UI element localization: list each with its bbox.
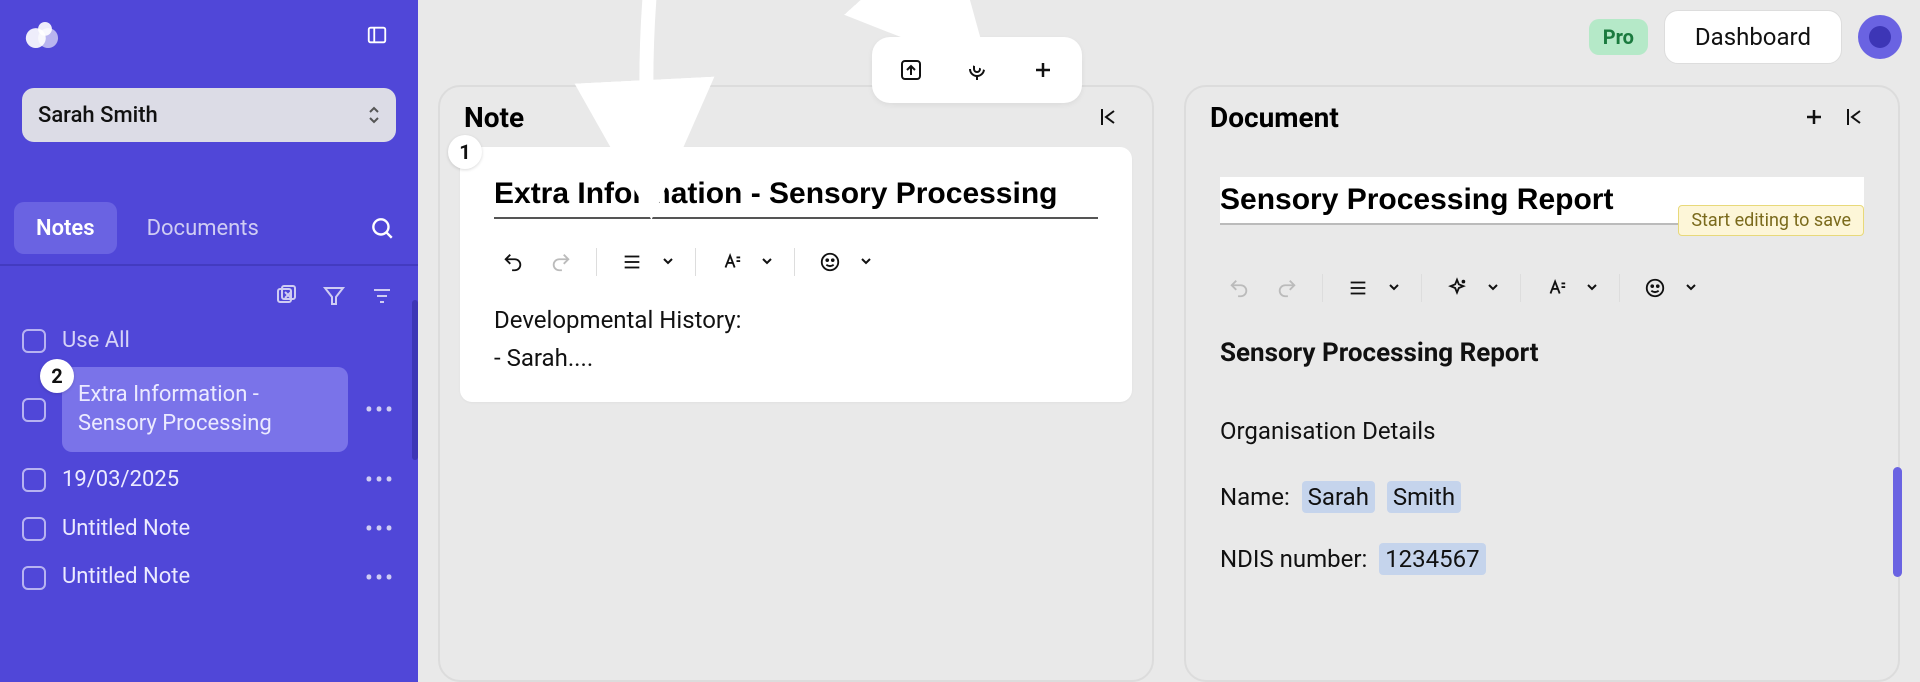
note-body[interactable]: Developmental History: - Sarah....	[494, 293, 1098, 378]
collapse-note-panel-button[interactable]	[1088, 97, 1128, 137]
more-format-button[interactable]	[1636, 269, 1674, 307]
note-title-input[interactable]	[494, 177, 1098, 219]
note-title: Extra Information - Sensory Processing	[78, 381, 332, 438]
client-selector[interactable]: Sarah Smith	[22, 88, 396, 142]
note-list-item[interactable]: Untitled Note •••	[0, 505, 418, 554]
redo-button[interactable]	[542, 243, 580, 281]
note-list-item[interactable]: Untitled Note •••	[0, 553, 418, 602]
paragraph-style-button[interactable]	[613, 243, 651, 281]
note-panel: Note 1 Development	[438, 85, 1154, 682]
document-field-row: NDIS number: 1234567	[1220, 535, 1864, 583]
search-button[interactable]	[360, 206, 404, 250]
client-name: Sarah Smith	[38, 103, 158, 128]
field-value: Sarah	[1302, 481, 1375, 513]
text-format-button[interactable]	[1537, 269, 1575, 307]
note-title: Untitled Note	[62, 563, 348, 592]
note-action-bar	[872, 37, 1082, 103]
chevron-down-icon[interactable]	[1486, 279, 1504, 298]
undo-button[interactable]	[494, 243, 532, 281]
chevron-down-icon[interactable]	[760, 253, 778, 272]
note-body-line: Developmental History:	[494, 301, 1098, 339]
field-value: 1234567	[1379, 543, 1485, 575]
use-all-checkbox[interactable]	[22, 329, 46, 353]
add-note-button[interactable]	[1026, 53, 1060, 87]
redo-button[interactable]	[1268, 269, 1306, 307]
sidebar: Sarah Smith Notes Documents Use All Extr…	[0, 0, 418, 682]
filter-button[interactable]	[320, 282, 348, 310]
document-scrollbar[interactable]	[1893, 467, 1902, 577]
note-list-item[interactable]: 19/03/2025 •••	[0, 456, 418, 505]
save-hint: Start editing to save	[1678, 205, 1864, 236]
note-list-item[interactable]: Extra Information - Sensory Processing •…	[0, 363, 418, 456]
note-checkbox[interactable]	[22, 566, 46, 590]
note-panel-title: Note	[464, 101, 524, 134]
paragraph-style-button[interactable]	[1339, 269, 1377, 307]
field-label: Name:	[1220, 483, 1290, 511]
document-field-row: Name: Sarah Smith	[1220, 473, 1864, 521]
more-format-button[interactable]	[811, 243, 849, 281]
user-avatar[interactable]	[1858, 15, 1902, 59]
note-body-line: - Sarah....	[494, 339, 1098, 377]
chevron-up-down-icon	[368, 106, 380, 124]
note-menu-button[interactable]: •••	[364, 564, 396, 592]
collapse-document-panel-button[interactable]	[1834, 97, 1874, 137]
dashboard-button[interactable]: Dashboard	[1664, 10, 1842, 64]
add-document-button[interactable]	[1794, 97, 1834, 137]
tab-documents-label: Documents	[147, 216, 259, 241]
tab-documents[interactable]: Documents	[125, 202, 281, 254]
app-logo	[22, 12, 68, 58]
note-toolbar	[494, 219, 1098, 293]
chevron-down-icon[interactable]	[661, 253, 679, 272]
note-card: 1 Developmental History: - Sarah....	[460, 147, 1132, 402]
field-label: NDIS number:	[1220, 545, 1367, 573]
note-menu-button[interactable]: •••	[364, 396, 396, 424]
sidebar-collapse-button[interactable]	[358, 16, 396, 54]
note-title: 19/03/2025	[62, 466, 348, 495]
note-title: Untitled Note	[62, 515, 348, 544]
use-all-label: Use All	[62, 328, 130, 353]
pro-badge: Pro	[1589, 19, 1648, 55]
document-heading: Sensory Processing Report	[1220, 327, 1864, 379]
note-checkbox[interactable]	[22, 468, 46, 492]
note-menu-button[interactable]: •••	[364, 466, 396, 494]
main-area: Pro Dashboard Note	[418, 0, 1920, 682]
microphone-button[interactable]	[960, 53, 994, 87]
chevron-down-icon[interactable]	[1684, 279, 1702, 298]
note-menu-button[interactable]: •••	[364, 515, 396, 543]
chevron-down-icon[interactable]	[1585, 279, 1603, 298]
document-panel: Document Start editing to save	[1184, 85, 1900, 682]
ai-assist-button[interactable]	[1438, 269, 1476, 307]
text-format-button[interactable]	[712, 243, 750, 281]
document-section-header: Organisation Details	[1220, 407, 1864, 455]
callout-badge-1: 1	[448, 135, 482, 169]
undo-button[interactable]	[1220, 269, 1258, 307]
bulk-delete-button[interactable]	[272, 282, 300, 310]
note-checkbox[interactable]	[22, 517, 46, 541]
chevron-down-icon[interactable]	[859, 253, 877, 272]
sort-button[interactable]	[368, 282, 396, 310]
note-checkbox[interactable]	[22, 398, 46, 422]
document-toolbar	[1220, 269, 1864, 307]
tab-notes-label: Notes	[36, 216, 95, 241]
chevron-down-icon[interactable]	[1387, 279, 1405, 298]
field-value: Smith	[1387, 481, 1461, 513]
upload-button[interactable]	[894, 53, 928, 87]
document-panel-title: Document	[1210, 101, 1339, 134]
callout-badge-2: 2	[40, 359, 74, 393]
document-body[interactable]: Sensory Processing Report Organisation D…	[1186, 307, 1898, 583]
tab-notes[interactable]: Notes	[14, 202, 117, 254]
